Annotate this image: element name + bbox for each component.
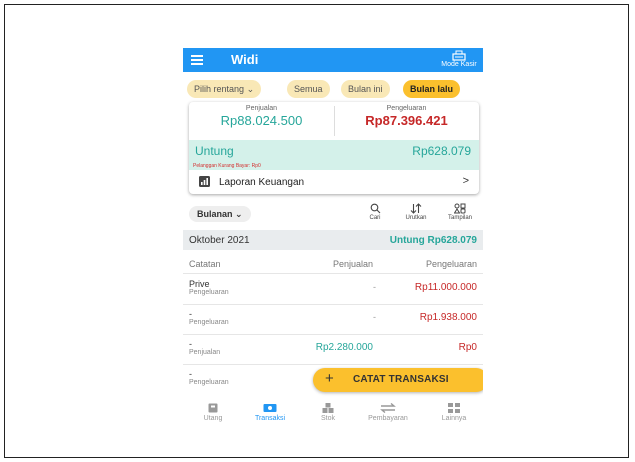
column-penjualan: Penjualan	[333, 259, 374, 269]
month-profit: Untung Rp628.079	[389, 235, 477, 246]
search-icon	[370, 203, 380, 214]
sales-value: Rp88.024.500	[220, 113, 303, 128]
profit-value: Rp628.079	[412, 144, 471, 158]
record-transaction-button[interactable]: + CATAT TRANSAKSI	[313, 368, 483, 392]
sales-label: Penjualan	[245, 105, 278, 112]
column-catatan: Catatan	[189, 259, 221, 269]
filter-semua[interactable]: Semua	[287, 80, 330, 98]
row-title: -	[189, 339, 192, 349]
expense-label: Pengeluaran	[386, 105, 427, 112]
row-expense: Rp11.000.000	[414, 282, 477, 293]
row-title: -	[189, 369, 192, 379]
record-transaction-label: CATAT TRANSAKSI	[353, 374, 449, 385]
table-header: Catatan Penjualan Pengeluaran	[183, 254, 483, 274]
phone-screen: Widi Mode Kasir Pilih rentang ⌄ Semua Bu…	[183, 48, 483, 438]
date-filter-bar: Pilih rentang ⌄ Semua Bulan ini Bulan la…	[183, 80, 483, 98]
plus-icon: +	[325, 370, 334, 387]
cash-register-icon	[452, 50, 466, 61]
profit-label: Untung	[195, 144, 234, 158]
row-type: Pengeluaran	[189, 379, 229, 386]
sales-summary: Penjualan Rp88.024.500	[189, 105, 334, 128]
transaction-row[interactable]: Prive Pengeluaran - Rp11.000.000	[183, 275, 483, 305]
chevron-down-icon: ⌄	[235, 209, 243, 219]
nav-utang[interactable]: Utang	[186, 403, 240, 422]
profit-row: Untung Rp628.079	[189, 140, 479, 162]
mode-kasir-button[interactable]: Mode Kasir	[439, 50, 479, 69]
expense-summary: Pengeluaran Rp87.396.421	[334, 105, 479, 128]
mode-kasir-label: Mode Kasir	[441, 61, 477, 68]
financial-report-link[interactable]: Laporan Keuangan >	[189, 172, 479, 192]
month-label: Oktober 2021	[189, 235, 250, 246]
row-sales: Rp2.280.000	[315, 342, 373, 353]
row-sales: -	[373, 312, 376, 322]
column-pengeluaran: Pengeluaran	[425, 259, 477, 269]
search-button[interactable]: Cari	[360, 203, 390, 221]
nav-transaksi[interactable]: Transaksi	[243, 403, 297, 422]
menu-icon[interactable]	[191, 55, 203, 65]
sort-button[interactable]: Urutkan	[401, 203, 431, 221]
filter-pilih-rentang[interactable]: Pilih rentang ⌄	[187, 80, 262, 98]
sort-icon	[410, 203, 422, 214]
row-type: Penjualan	[189, 349, 221, 356]
view-button[interactable]: Tampilan	[445, 203, 475, 221]
view-shapes-icon	[454, 203, 466, 214]
month-header: Oktober 2021 Untung Rp628.079	[183, 230, 483, 250]
row-expense: Rp0	[458, 342, 477, 353]
ledger-icon	[208, 403, 218, 413]
expense-value: Rp87.396.421	[365, 113, 448, 128]
customer-debt-note: Pelanggan Kurang Bayar: Rp0	[189, 162, 479, 170]
app-title: Widi	[231, 52, 259, 67]
transfer-icon	[380, 403, 396, 413]
row-type: Pengeluaran	[189, 289, 229, 296]
bottom-navigation: Utang Transaksi Stok Pembayaran Lainnya	[183, 400, 483, 434]
chevron-down-icon: ⌄	[246, 84, 255, 94]
row-title: -	[189, 309, 192, 319]
money-icon	[263, 404, 277, 412]
row-expense: Rp1.938.000	[419, 312, 477, 323]
grid-icon	[448, 403, 460, 413]
filter-bulan-lalu[interactable]: Bulan lalu	[403, 80, 461, 98]
row-type: Pengeluaran	[189, 319, 229, 326]
transaction-row[interactable]: - Penjualan Rp2.280.000 Rp0	[183, 335, 483, 365]
transaction-row[interactable]: - Pengeluaran - Rp1.938.000	[183, 305, 483, 335]
list-toolbar: Bulanan ⌄ Cari Urutkan Tampilan	[183, 202, 483, 226]
report-chart-icon	[199, 176, 210, 187]
row-sales: -	[373, 282, 376, 292]
row-title: Prive	[189, 279, 210, 289]
period-dropdown[interactable]: Bulanan ⌄	[189, 206, 251, 222]
nav-stok[interactable]: Stok	[301, 403, 355, 422]
filter-bulan-ini[interactable]: Bulan ini	[341, 80, 390, 98]
nav-lainnya[interactable]: Lainnya	[427, 403, 481, 422]
nav-pembayaran[interactable]: Pembayaran	[361, 403, 415, 422]
boxes-icon	[322, 403, 334, 413]
chevron-right-icon: >	[462, 175, 469, 187]
financial-report-label: Laporan Keuangan	[219, 177, 305, 188]
summary-card: Penjualan Rp88.024.500 Pengeluaran Rp87.…	[189, 102, 479, 194]
app-bar: Widi Mode Kasir	[183, 48, 483, 72]
screenshot-frame: Widi Mode Kasir Pilih rentang ⌄ Semua Bu…	[4, 4, 629, 458]
